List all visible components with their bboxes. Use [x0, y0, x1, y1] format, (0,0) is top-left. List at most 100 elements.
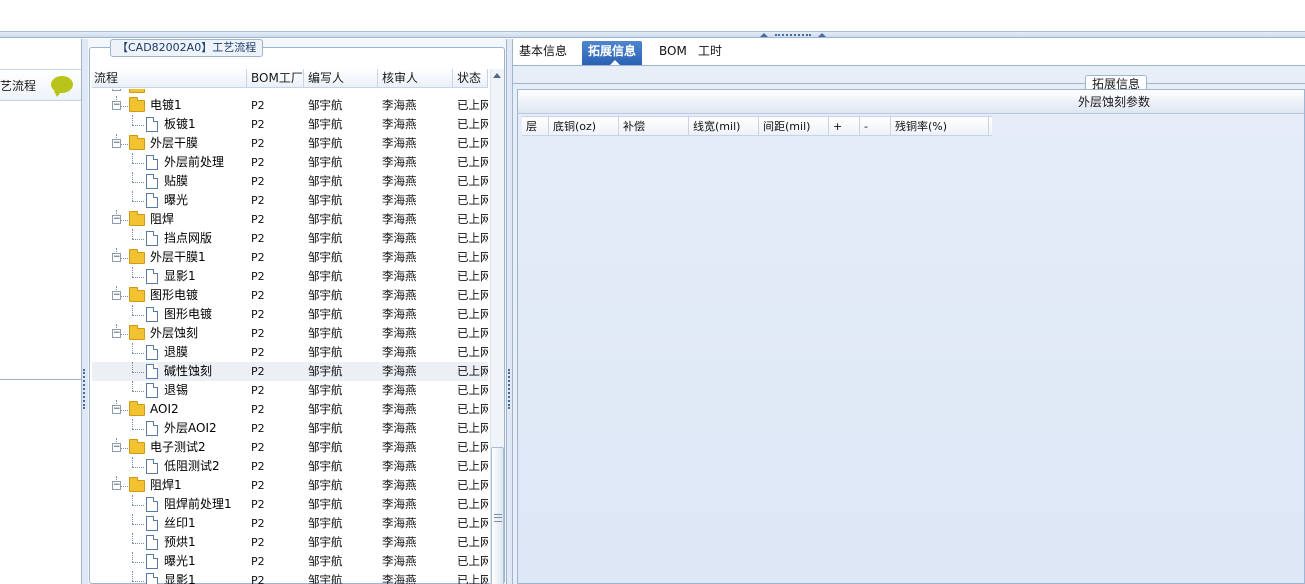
table-row[interactable]: 丝印1 P2 邹宇航 李海燕 已上网	[92, 514, 488, 533]
collapse-node-icon[interactable]: −	[112, 89, 121, 91]
table-row[interactable]: 贴膜 P2 邹宇航 李海燕 已上网	[92, 172, 488, 191]
reviewer-cell: 李海燕	[382, 364, 417, 378]
table-row[interactable]: −	[92, 89, 488, 96]
vertical-scrollbar[interactable]	[490, 69, 504, 584]
reviewer-cell: 李海燕	[382, 345, 417, 359]
table-row[interactable]: 碱性蚀刻 P2 邹宇航 李海燕 已上网	[92, 362, 488, 381]
tree-connector	[132, 315, 144, 316]
table-row[interactable]: 图形电镀 P2 邹宇航 李海燕 已上网	[92, 305, 488, 324]
table-row[interactable]: 退锡 P2 邹宇航 李海燕 已上网	[92, 381, 488, 400]
etch-params-body	[518, 138, 1304, 583]
collapse-node-icon[interactable]: −	[112, 139, 121, 148]
column-header-spacing[interactable]: 间距(mil)	[759, 117, 829, 136]
table-row[interactable]: − 外层干膜1 P2 邹宇航 李海燕 已上网	[92, 248, 488, 267]
etch-panel-title: 外层蚀刻参数	[1078, 95, 1151, 109]
column-header-reviewer[interactable]: 核审人	[380, 69, 453, 88]
collapse-node-icon[interactable]: −	[112, 443, 121, 452]
writer-cell	[308, 89, 378, 96]
tree-connector	[132, 343, 133, 353]
column-header-line-width[interactable]: 线宽(mil)	[689, 117, 759, 136]
tree-connector	[132, 305, 133, 315]
table-row[interactable]: − 阻焊1 P2 邹宇航 李海燕 已上网	[92, 476, 488, 495]
writer-cell: 邹宇航	[308, 155, 343, 169]
table-row[interactable]: − 阻焊 P2 邹宇航 李海燕 已上网	[92, 210, 488, 229]
collapse-node-icon[interactable]: −	[112, 329, 121, 338]
table-row[interactable]: − 电镀1 P2 邹宇航 李海燕 已上网	[92, 96, 488, 115]
writer-cell: 邹宇航	[308, 497, 343, 511]
column-header-compensation[interactable]: 补偿	[619, 117, 689, 136]
bom-factory-cell: P2	[251, 441, 265, 454]
nav-item-process[interactable]: 艺流程	[0, 69, 81, 101]
writer-cell: 邹宇航	[308, 516, 343, 530]
column-header-plus[interactable]: +	[829, 117, 860, 136]
table-row[interactable]: 预烘1 P2 邹宇航 李海燕 已上网	[92, 533, 488, 552]
table-row[interactable]: 阻焊前处理1 P2 邹宇航 李海燕 已上网	[92, 495, 488, 514]
vertical-splitter-middle[interactable]	[506, 39, 513, 584]
collapse-node-icon[interactable]: −	[112, 101, 121, 110]
reviewer-cell: 李海燕	[382, 383, 417, 397]
tree-connector	[132, 562, 144, 563]
document-icon	[146, 535, 158, 550]
reviewer-cell: 李海燕	[382, 535, 417, 549]
table-row[interactable]: 低阻测试2 P2 邹宇航 李海燕 已上网	[92, 457, 488, 476]
column-header-flow[interactable]: 流程	[92, 69, 247, 88]
tree-connector	[132, 239, 144, 240]
column-header-layer[interactable]: 层	[522, 117, 549, 136]
column-header-minus[interactable]: -	[860, 117, 891, 136]
document-icon	[146, 383, 158, 398]
tab-bom[interactable]: BOM	[653, 41, 693, 65]
table-row[interactable]: − 电子测试2 P2 邹宇航 李海燕 已上网	[92, 438, 488, 457]
scrollbar-thumb[interactable]	[491, 447, 504, 584]
table-row[interactable]: 退膜 P2 邹宇航 李海燕 已上网	[92, 343, 488, 362]
table-row[interactable]: 显影1 P2 邹宇航 李海燕 已上网	[92, 267, 488, 286]
collapse-node-icon[interactable]: −	[112, 253, 121, 262]
tab-work-hours[interactable]: 工时	[692, 41, 728, 65]
table-row[interactable]: − 外层干膜 P2 邹宇航 李海燕 已上网	[92, 134, 488, 153]
column-header-residual-copper[interactable]: 残铜率(%)	[891, 117, 989, 136]
collapse-up-icon[interactable]	[760, 33, 768, 37]
table-row[interactable]: 曝光1 P2 邹宇航 李海燕 已上网	[92, 552, 488, 571]
table-row[interactable]: 外层前处理 P2 邹宇航 李海燕 已上网	[92, 153, 488, 172]
tab-basic-info[interactable]: 基本信息	[513, 41, 573, 65]
column-header-base-copper[interactable]: 底铜(oz)	[549, 117, 619, 136]
document-icon	[146, 459, 158, 474]
scroll-up-icon[interactable]	[493, 73, 501, 78]
table-row[interactable]: − AOI2 P2 邹宇航 李海燕 已上网	[92, 400, 488, 419]
tree-node-label: 显影1	[164, 269, 196, 283]
folder-icon	[129, 135, 145, 150]
status-cell: 已上网	[457, 212, 488, 226]
tree-connector	[132, 153, 133, 163]
writer-cell: 邹宇航	[308, 250, 343, 264]
table-row[interactable]: 显影1 P2 邹宇航 李海燕 已上网	[92, 571, 488, 584]
reviewer-cell: 李海燕	[382, 326, 417, 340]
status-cell: 已上网	[457, 98, 488, 112]
collapse-node-icon[interactable]: −	[112, 291, 121, 300]
reviewer-cell: 李海燕	[382, 193, 417, 207]
column-header-writer[interactable]: 编写人	[306, 69, 378, 88]
table-row[interactable]: − 外层蚀刻 P2 邹宇航 李海燕 已上网	[92, 324, 488, 343]
table-row[interactable]: 曝光 P2 邹宇航 李海燕 已上网	[92, 191, 488, 210]
collapse-node-icon[interactable]: −	[112, 481, 121, 490]
column-header-bom-factory[interactable]: BOM工厂	[249, 69, 304, 88]
document-icon	[146, 516, 158, 531]
status-cell: 已上网	[457, 478, 488, 492]
table-row[interactable]: 板镀1 P2 邹宇航 李海燕 已上网	[92, 115, 488, 134]
tree-node-label: 图形电镀	[150, 288, 199, 302]
table-row[interactable]: − 图形电镀 P2 邹宇航 李海燕 已上网	[92, 286, 488, 305]
tab-extended-info[interactable]: 拓展信息	[582, 41, 643, 65]
splitter-grip[interactable]	[760, 32, 826, 38]
table-row[interactable]: 外层AOI2 P2 邹宇航 李海燕 已上网	[92, 419, 488, 438]
tree-node-label: 阻焊前处理1	[164, 497, 232, 511]
status-cell: 已上网	[457, 250, 488, 264]
process-flow-frame: 流程 BOM工厂 编写人 核审人 状态 −−电镀1P2邹宇航李海燕已上网板镀1P…	[89, 47, 505, 584]
horizontal-splitter[interactable]	[0, 32, 1305, 38]
bom-factory-cell: P2	[251, 460, 265, 473]
bom-factory-cell: P2	[251, 555, 265, 568]
collapse-up-icon[interactable]	[818, 33, 826, 37]
table-row[interactable]: 挡点网版 P2 邹宇航 李海燕 已上网	[92, 229, 488, 248]
collapse-node-icon[interactable]: −	[112, 215, 121, 224]
column-header-status[interactable]: 状态	[455, 69, 488, 88]
collapse-node-icon[interactable]: −	[112, 405, 121, 414]
bom-factory-cell: P2	[251, 498, 265, 511]
writer-cell: 邹宇航	[308, 231, 343, 245]
